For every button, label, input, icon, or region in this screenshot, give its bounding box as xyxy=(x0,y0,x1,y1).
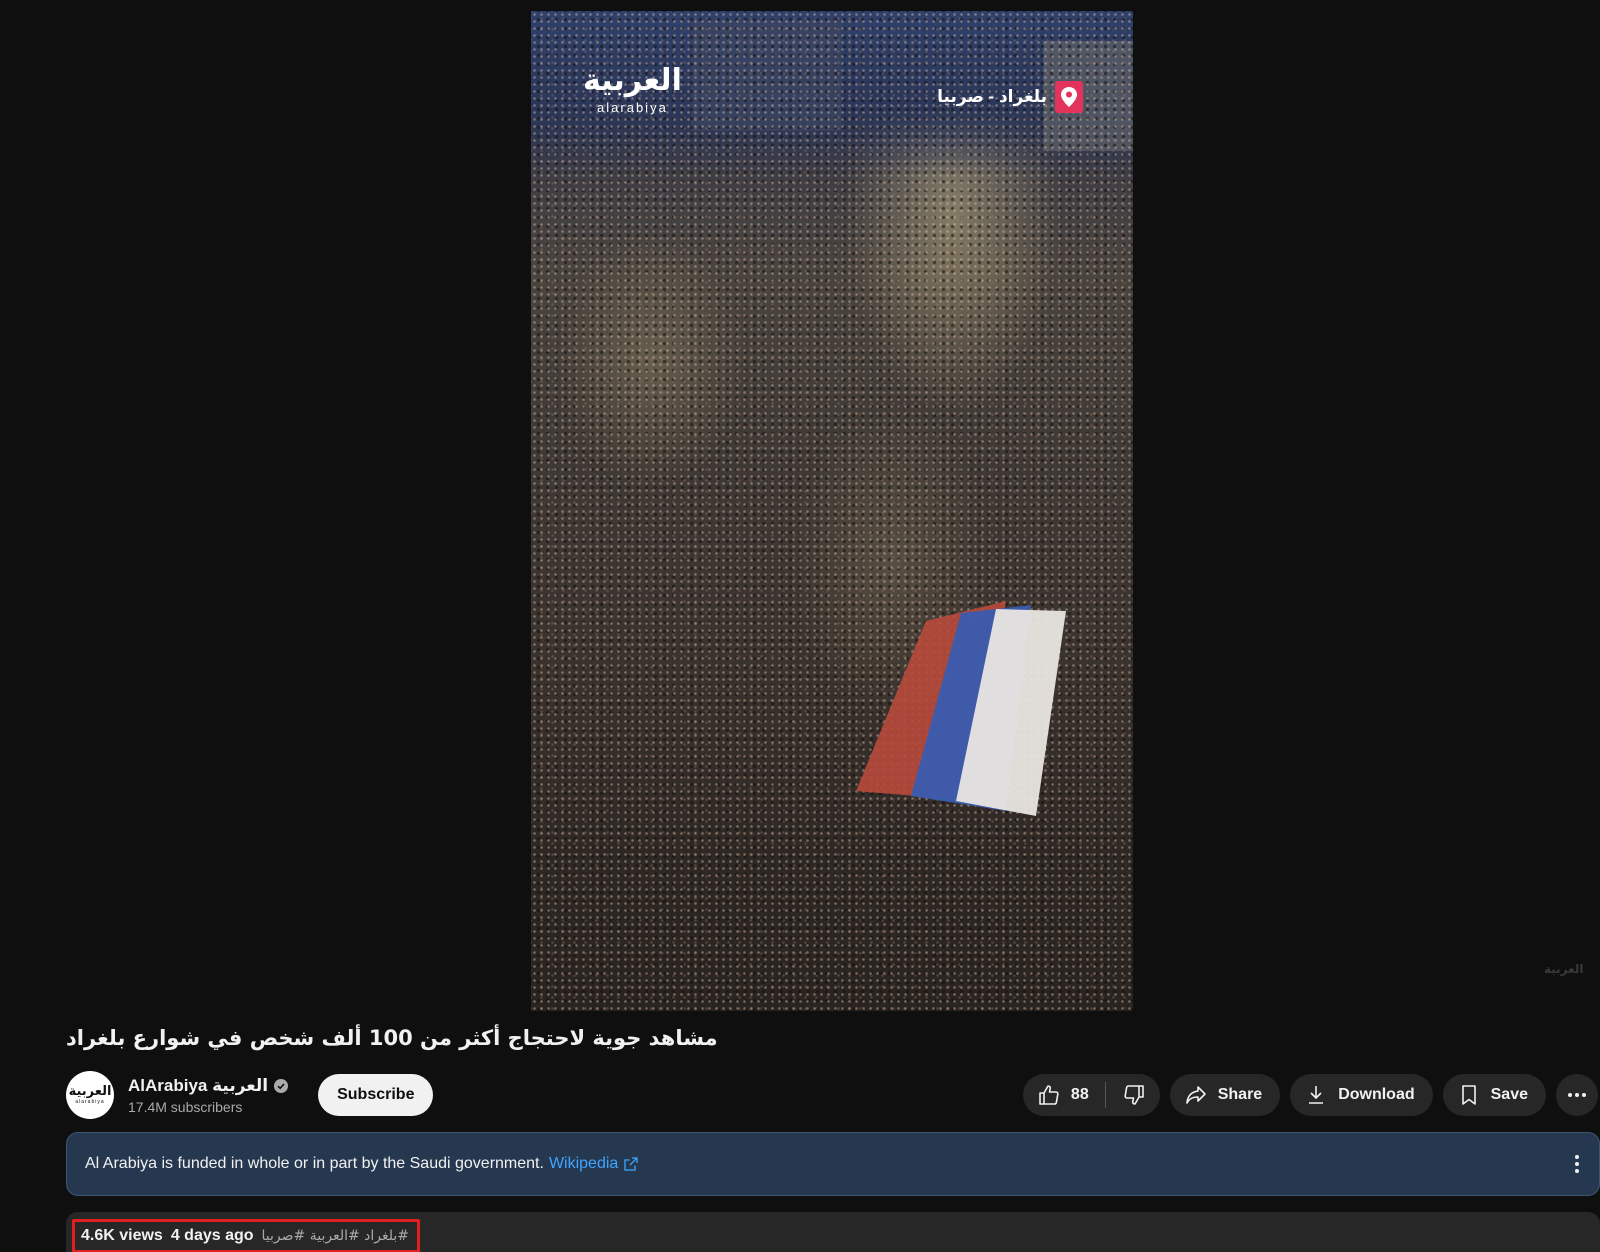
logo-latin-text: alarabiya xyxy=(597,100,668,115)
download-button[interactable]: Download xyxy=(1290,1074,1433,1116)
save-label: Save xyxy=(1490,1086,1528,1103)
wikipedia-link[interactable]: Wikipedia xyxy=(549,1155,618,1173)
bookmark-icon xyxy=(1461,1085,1476,1105)
action-bar: 88 Share Download Save xyxy=(1013,1074,1600,1116)
video-player[interactable]: العربية alarabiya بلغراد - صربيا العربية xyxy=(0,0,1600,1011)
video-title: مشاهد جوية لاحتجاج أكثر من 100 ألف شخص ف… xyxy=(66,1026,718,1050)
more-actions-button[interactable] xyxy=(1556,1074,1598,1116)
share-button[interactable]: Share xyxy=(1169,1074,1281,1116)
verified-check-icon xyxy=(274,1078,289,1093)
info-panel-menu-icon[interactable] xyxy=(1567,1155,1587,1173)
like-button[interactable]: 88 xyxy=(1037,1082,1106,1108)
download-icon xyxy=(1309,1086,1324,1104)
more-horizontal-icon xyxy=(1568,1093,1586,1097)
channel-name[interactable]: AlArabiya العربية xyxy=(128,1076,268,1096)
thumbs-down-icon xyxy=(1124,1085,1144,1105)
channel-row: العربية alarabiya AlArabiya العربية 17.4… xyxy=(66,1070,434,1120)
funding-info-text: Al Arabiya is funded in whole or in part… xyxy=(85,1155,544,1172)
download-label: Download xyxy=(1338,1086,1415,1103)
external-link-icon[interactable] xyxy=(624,1157,638,1171)
thumbs-up-icon xyxy=(1039,1085,1059,1105)
channel-name-line: AlArabiya العربية xyxy=(128,1076,289,1096)
video-crowd xyxy=(531,11,1133,1011)
alarabiya-logo: العربية alarabiya xyxy=(583,63,682,116)
subscribe-button[interactable]: Subscribe xyxy=(318,1074,434,1116)
subscriber-count: 17.4M subscribers xyxy=(128,1098,243,1115)
avatar-latin-text: alarabiya xyxy=(75,1099,105,1105)
avatar-arabic-text: العربية xyxy=(68,1084,112,1099)
share-arrow-icon xyxy=(1185,1086,1206,1104)
view-count: 4.6K views xyxy=(81,1227,163,1244)
hashtags[interactable]: #بلغراد #العربية #صربيا xyxy=(262,1228,410,1244)
channel-avatar[interactable]: العربية alarabiya xyxy=(66,1071,114,1119)
logo-arabic-text: العربية xyxy=(583,63,682,98)
channel-watermark[interactable]: العربية xyxy=(1544,962,1584,976)
upload-date: 4 days ago xyxy=(170,1227,254,1244)
location-text: بلغراد - صربيا xyxy=(937,87,1047,106)
channel-meta: AlArabiya العربية 17.4M subscribers xyxy=(128,1076,289,1115)
funding-info-panel: Al Arabiya is funded in whole or in part… xyxy=(66,1132,1600,1196)
video-frame[interactable]: العربية alarabiya بلغراد - صربيا xyxy=(531,11,1133,1011)
share-label: Share xyxy=(1217,1086,1263,1103)
views-date-highlight: 4.6K views 4 days ago #بلغراد #العربية #… xyxy=(72,1219,420,1252)
dislike-button[interactable] xyxy=(1106,1083,1146,1107)
location-pin-icon xyxy=(1055,81,1083,113)
like-count: 88 xyxy=(1070,1086,1089,1103)
save-button[interactable]: Save xyxy=(1442,1074,1546,1116)
location-overlay: بلغراد - صربيا xyxy=(937,81,1083,113)
serbian-flag-graphic xyxy=(856,601,1066,816)
like-dislike-group: 88 xyxy=(1022,1074,1160,1116)
